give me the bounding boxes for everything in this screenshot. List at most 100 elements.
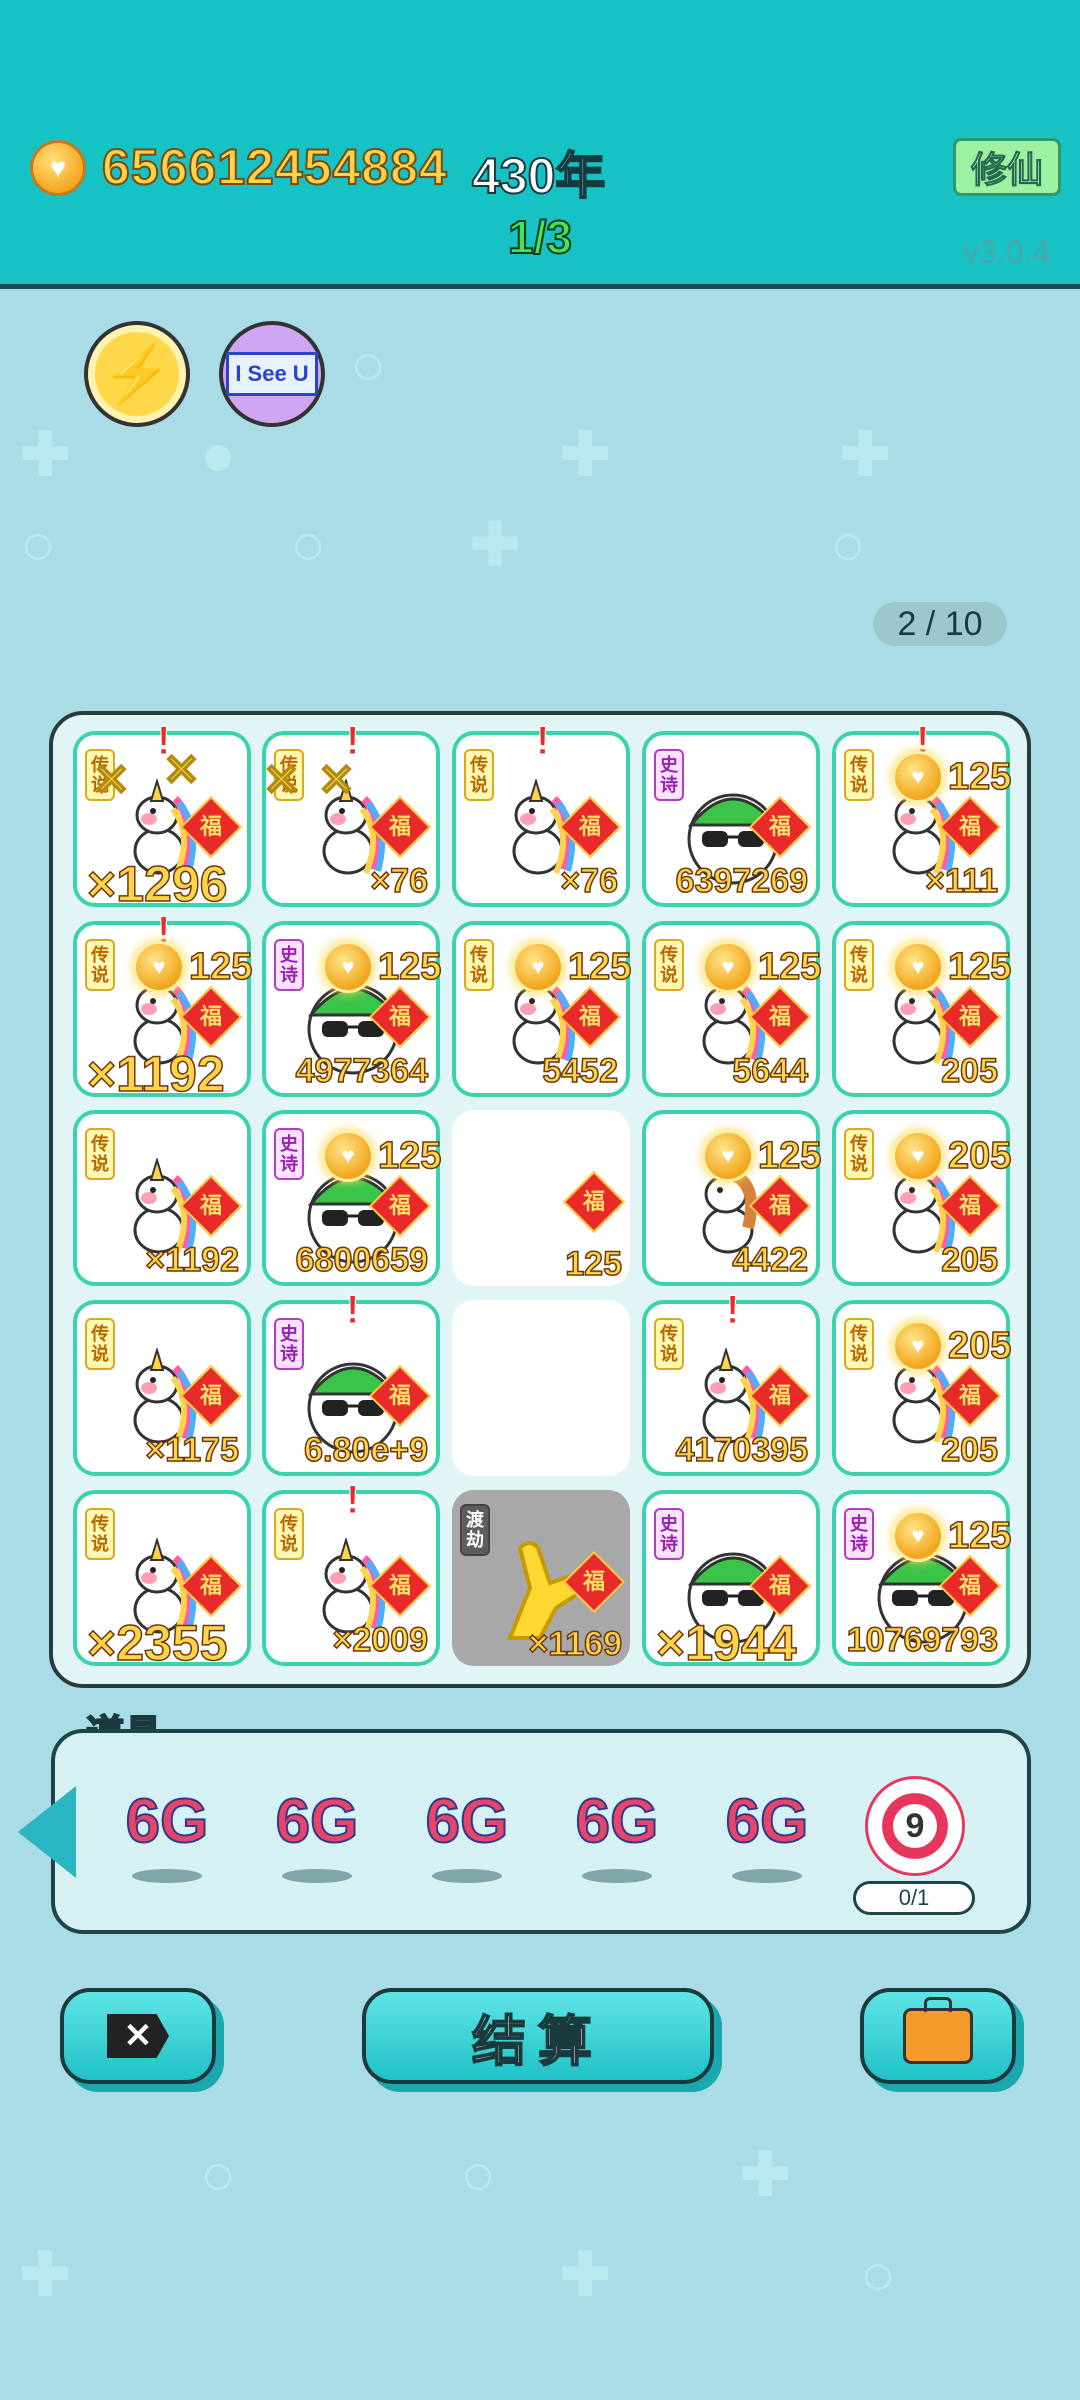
rarity-tag: 传说 <box>85 1508 115 1560</box>
cell-count: ×2355 <box>86 1614 228 1672</box>
tool-6g-label: 6G <box>725 1786 810 1857</box>
board-cell[interactable]: 传说福 ×1192 <box>73 1110 251 1286</box>
alert-icon: ! <box>345 1478 360 1523</box>
coin-icon: ♥ <box>892 1510 944 1562</box>
cell-count: 4422 <box>732 1240 809 1280</box>
cell-count: 6800659 <box>295 1240 429 1280</box>
tool-shadow <box>582 1869 652 1883</box>
tool-6g-item[interactable]: 6G <box>112 1786 222 1896</box>
rarity-tag: 传说 <box>844 1318 874 1370</box>
alert-icon: ! <box>345 1288 360 1333</box>
bg-circle-deco: ○ <box>350 331 387 398</box>
cultivation-mode-button[interactable]: 修仙 <box>953 138 1061 196</box>
bg-plus-deco: ✚ <box>560 421 611 488</box>
cell-count: 5452 <box>542 1051 619 1091</box>
coin-reward-value: 125 <box>567 945 632 989</box>
rarity-tag: 传说 <box>274 1508 304 1560</box>
coin-icon: ♥ <box>322 941 374 993</box>
tool-shadow <box>432 1869 502 1883</box>
cell-count: ×76 <box>560 861 619 901</box>
coin-icon: ♥ <box>702 941 754 993</box>
tool-shadow <box>282 1869 352 1883</box>
rarity-tag: 传说 <box>654 1318 684 1370</box>
bg-circle-deco: ○ <box>860 2241 897 2308</box>
board-cell[interactable]: 史诗福 6397269 <box>642 731 820 907</box>
coin-reward-value: 125 <box>947 755 1012 799</box>
board-cell[interactable] <box>452 1300 630 1476</box>
target-number: 9 <box>893 1804 937 1848</box>
top-bar: ♥ 656612454884 430年 1/3 修仙 v3.0.4 <box>0 0 1080 289</box>
tool-shadow <box>132 1869 202 1883</box>
cell-count: 205 <box>941 1430 999 1470</box>
rarity-tag: 传说 <box>85 1318 115 1370</box>
coin-reward-popup: ♥ 205 <box>892 1130 1012 1182</box>
bg-circle-deco: ○ <box>20 511 57 578</box>
cell-count: ×2009 <box>332 1620 429 1660</box>
lightning-skill-button[interactable]: ⚡ <box>84 321 190 427</box>
coin-icon: ♥ <box>892 1130 944 1182</box>
cell-count: 5644 <box>732 1051 809 1091</box>
cell-count: ×1296 <box>86 855 228 913</box>
coin-reward-popup: ♥ 125 <box>322 941 442 993</box>
exit-button[interactable]: ✕ <box>60 1988 216 2084</box>
i-see-u-label: I See U <box>226 352 318 396</box>
rarity-tag: 传说 <box>464 749 494 801</box>
cell-count: ×76 <box>370 861 429 901</box>
years-counter: 430年 <box>471 147 606 205</box>
briefcase-icon <box>903 1997 973 2064</box>
settle-button[interactable]: 结算 <box>362 1988 714 2084</box>
board-cell[interactable]: 渡劫福 ×1169 <box>452 1490 630 1666</box>
tool-6g-label: 6G <box>275 1786 360 1857</box>
coin-icon: ♥ <box>702 1130 754 1182</box>
coin-reward-popup: ♥ 125 <box>133 941 253 993</box>
bg-plus-deco: ✚ <box>20 421 71 488</box>
game-board: 传说福! ×1296 传说福! ×76 传说福! ×76 史诗福 6397269 传说福! ×11… <box>49 711 1031 1688</box>
cell-count: ×1192 <box>145 1240 240 1280</box>
board-cell[interactable]: 福 125 <box>452 1110 630 1286</box>
rarity-tag: 传说 <box>844 749 874 801</box>
rarity-tag: 传说 <box>85 939 115 991</box>
bag-button[interactable] <box>860 1988 1016 2084</box>
board-cell[interactable]: 传说福! ×76 <box>452 719 630 907</box>
cell-count: 4977364 <box>295 1051 429 1091</box>
coin-icon: ♥ <box>30 140 86 196</box>
pager-indicator: 2 / 10 <box>873 602 1007 646</box>
rarity-tag: 传说 <box>464 939 494 991</box>
cell-count: ×1169 <box>528 1624 623 1664</box>
cell-count: 4170395 <box>675 1430 809 1470</box>
coin-reward-popup: ♥ 125 <box>322 1130 442 1182</box>
cell-count: 205 <box>941 1051 999 1091</box>
coin-reward-popup: ♥ 205 <box>892 1320 1012 1372</box>
coin-reward-value: 205 <box>947 1324 1012 1368</box>
board-cell[interactable]: 传说福! 4170395 <box>642 1288 820 1476</box>
target-tool-icon[interactable]: 9 <box>865 1776 965 1876</box>
coin-reward-popup: ♥ 125 <box>892 1510 1012 1562</box>
lightning-icon: ⚡ <box>95 332 179 416</box>
coin-icon: ♥ <box>322 1130 374 1182</box>
close-icon: ✕ <box>107 2014 169 2058</box>
tool-6g-item[interactable]: 6G <box>562 1786 672 1896</box>
tool-shadow <box>732 1869 802 1883</box>
cell-count: 125 <box>565 1244 623 1284</box>
board-cell[interactable]: 传说福 ×1175 <box>73 1300 251 1476</box>
tool-6g-label: 6G <box>575 1786 660 1857</box>
bg-plus-deco: ✚ <box>740 2141 791 2208</box>
bg-plus-deco: ✚ <box>20 2241 71 2308</box>
cell-count: ×1175 <box>145 1430 240 1470</box>
coin-reward-value: 125 <box>188 945 253 989</box>
tool-6g-item[interactable]: 6G <box>262 1786 372 1896</box>
board-cell[interactable]: 史诗福! 6.80e+9 <box>262 1288 440 1476</box>
cross-effect-icon: ✕ <box>162 745 201 796</box>
coin-icon: ♥ <box>892 941 944 993</box>
tools-prev-arrow-icon[interactable] <box>18 1786 76 1878</box>
i-see-u-button[interactable]: I See U <box>219 321 325 427</box>
board-cell[interactable]: 传说福 ×2355 <box>73 1490 251 1672</box>
cell-count: 10769793 <box>846 1620 999 1660</box>
cell-count: 205 <box>941 1240 999 1280</box>
tool-6g-item[interactable]: 6G <box>712 1786 822 1896</box>
board-cell[interactable]: 传说福! ×2009 <box>262 1478 440 1666</box>
tool-6g-item[interactable]: 6G <box>412 1786 522 1896</box>
cross-effect-icon: ✕ <box>317 755 356 806</box>
board-cell[interactable]: 史诗福 ×1944 <box>642 1490 820 1672</box>
coin-reward-popup: ♥ 125 <box>892 941 1012 993</box>
